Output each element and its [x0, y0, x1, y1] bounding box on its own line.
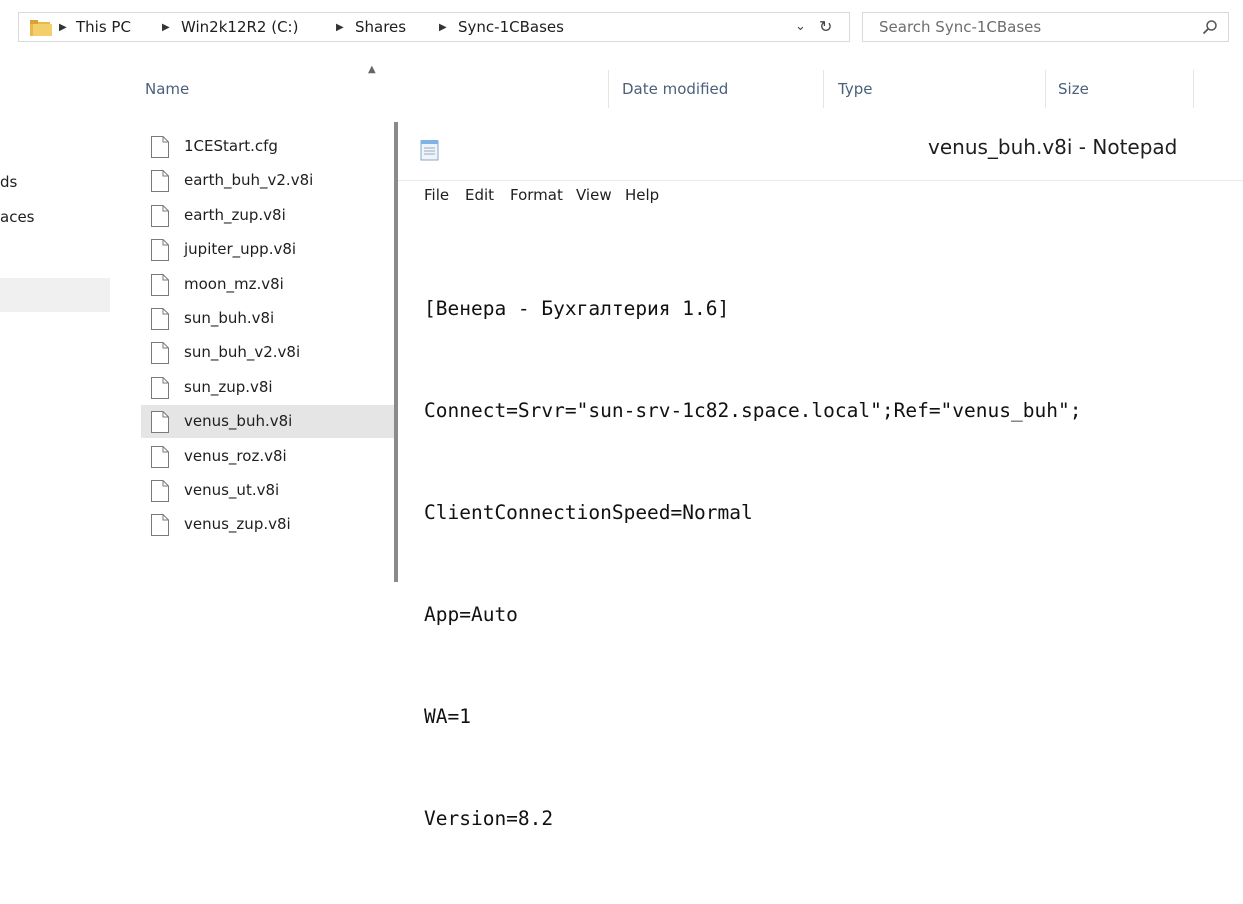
- file-name: earth_zup.v8i: [184, 205, 286, 224]
- file-name: earth_buh_v2.v8i: [184, 171, 314, 190]
- search-icon[interactable]: [1202, 19, 1218, 35]
- file-icon: [151, 445, 169, 468]
- file-icon: [151, 204, 169, 227]
- file-row[interactable]: 1CEStart.cfg: [141, 130, 396, 163]
- text-line: Version=8.2: [424, 807, 554, 830]
- column-header-date-modified[interactable]: Date modified: [622, 70, 728, 108]
- text-line: App=Auto: [424, 603, 518, 626]
- text-line: [Венера - Бухгалтерия 1.6]: [424, 297, 730, 320]
- file-row[interactable]: sun_buh_v2.v8i: [141, 336, 396, 369]
- file-icon: [151, 480, 169, 502]
- column-header-size[interactable]: Size: [1058, 70, 1089, 108]
- file-name: 1CEStart.cfg: [184, 137, 278, 155]
- file-icon: [151, 308, 169, 330]
- text-line: ClientConnectionSpeed=Normal: [424, 501, 753, 524]
- nav-item-partial[interactable]: aces: [0, 208, 34, 226]
- file-icon: [151, 342, 169, 365]
- breadcrumb-current-folder[interactable]: Sync-1CBases: [458, 18, 564, 36]
- notepad-text-area[interactable]: [Венера - Бухгалтерия 1.6] Connect=Srvr=…: [424, 224, 1081, 904]
- file-name: sun_buh_v2.v8i: [184, 343, 301, 362]
- column-divider[interactable]: [1045, 70, 1046, 108]
- nav-item-partial[interactable]: ds: [0, 173, 17, 191]
- file-icon: [151, 136, 169, 158]
- folder-icon: [30, 20, 52, 36]
- file-row[interactable]: venus_zup.v8i: [141, 508, 396, 541]
- file-name: venus_buh.v8i: [184, 412, 293, 431]
- file-row[interactable]: earth_zup.v8i: [141, 199, 396, 232]
- file-name: moon_mz.v8i: [184, 274, 284, 293]
- breadcrumb-separator-icon: ▶: [439, 22, 447, 33]
- file-name: sun_buh.v8i: [184, 309, 275, 327]
- menu-edit[interactable]: Edit: [465, 186, 494, 204]
- nav-item-selected[interactable]: [0, 278, 110, 312]
- breadcrumb-drive[interactable]: Win2k12R2 (C:): [181, 18, 298, 36]
- file-name: jupiter_upp.v8i: [184, 240, 297, 259]
- file-icon: [151, 239, 169, 262]
- file-row[interactable]: venus_roz.v8i: [141, 440, 396, 473]
- notepad-menubar: File Edit Format View Help: [398, 181, 1243, 213]
- column-divider[interactable]: [1193, 70, 1194, 108]
- file-icon: [151, 514, 169, 537]
- chevron-down-icon[interactable]: ⌄: [795, 19, 806, 34]
- file-name: venus_zup.v8i: [184, 515, 291, 534]
- column-divider[interactable]: [823, 70, 824, 108]
- file-row[interactable]: venus_ut.v8i: [141, 474, 396, 507]
- breadcrumb-separator-icon: ▶: [336, 22, 344, 33]
- file-icon: [151, 273, 169, 296]
- breadcrumb-shares[interactable]: Shares: [355, 18, 406, 36]
- file-name: sun_zup.v8i: [184, 377, 273, 396]
- file-row[interactable]: sun_zup.v8i: [141, 371, 396, 404]
- column-header-name[interactable]: Name: [145, 70, 189, 108]
- text-line: Connect=Srvr="sun-srv-1c82.space.local";…: [424, 399, 1082, 422]
- file-row[interactable]: jupiter_upp.v8i: [141, 233, 396, 266]
- file-icon: [151, 411, 169, 434]
- file-row[interactable]: earth_buh_v2.v8i: [141, 164, 396, 197]
- text-line: WA=1: [424, 705, 471, 728]
- breadcrumb-separator-icon: ▶: [162, 22, 170, 33]
- file-icon: [151, 170, 169, 193]
- breadcrumb-separator-icon: ▶: [59, 22, 67, 33]
- file-icon: [151, 376, 169, 399]
- menu-view[interactable]: View: [576, 186, 612, 204]
- file-name: venus_ut.v8i: [184, 481, 280, 499]
- refresh-icon[interactable]: ↻: [819, 17, 832, 36]
- column-header-type[interactable]: Type: [838, 70, 872, 108]
- notepad-titlebar[interactable]: venus_buh.v8i - Notepad: [398, 122, 1243, 181]
- column-headers: ▲ Name Date modified Type Size: [130, 64, 1210, 108]
- menu-file[interactable]: File: [424, 186, 449, 204]
- search-input[interactable]: Search Sync-1CBases: [879, 18, 1041, 36]
- notepad-title: venus_buh.v8i - Notepad: [928, 135, 1178, 159]
- breadcrumb-this-pc[interactable]: This PC: [76, 18, 131, 36]
- sort-ascending-icon: ▲: [368, 64, 376, 75]
- file-name: venus_roz.v8i: [184, 446, 287, 465]
- menu-format[interactable]: Format: [510, 186, 563, 204]
- notepad-icon: [420, 140, 439, 161]
- notepad-window[interactable]: venus_buh.v8i - Notepad File Edit Format…: [394, 122, 1243, 830]
- address-bar[interactable]: ▶ This PC ▶ Win2k12R2 (C:) ▶ Shares ▶ Sy…: [18, 12, 850, 42]
- file-row[interactable]: sun_buh.v8i: [141, 302, 396, 335]
- menu-help[interactable]: Help: [625, 186, 659, 204]
- file-row[interactable]: moon_mz.v8i: [141, 268, 396, 301]
- search-box[interactable]: Search Sync-1CBases: [862, 12, 1229, 42]
- column-divider[interactable]: [608, 70, 609, 108]
- file-row[interactable]: venus_buh.v8i: [141, 405, 396, 439]
